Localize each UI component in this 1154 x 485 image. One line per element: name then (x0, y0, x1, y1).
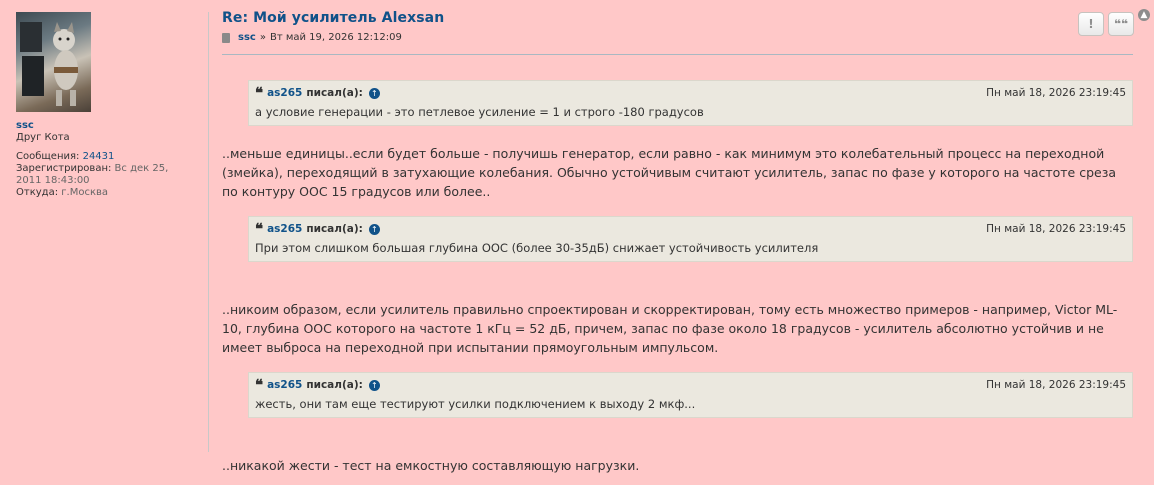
quote-text: жесть, они там еще тестируют усилки подк… (255, 397, 696, 411)
from-label: Откуда: (16, 187, 59, 198)
quote-wrote-label: писал(а): (306, 87, 363, 99)
column-divider (208, 12, 209, 452)
go-to-post-icon[interactable]: ↑ (368, 379, 380, 391)
from-value: г.Москва (61, 187, 109, 198)
go-to-post-icon[interactable]: ↑ (368, 223, 380, 235)
post-date: Вт май 19, 2026 12:12:09 (269, 32, 402, 43)
report-button[interactable]: ! (1078, 12, 1104, 36)
quote-author-link[interactable]: as265 (267, 87, 302, 99)
post-meta: ssc » Вт май 19, 2026 12:12:09 (222, 32, 1134, 43)
quote-block: ❝ as265 писал(а): ↑ Пн май 18, 2026 23:1… (248, 80, 1133, 126)
post: Re: Мой усилитель Alexsan ssc » Вт май 1… (222, 10, 1134, 473)
user-rank: Друг Кота (16, 132, 70, 143)
quote-date: Пн май 18, 2026 23:19:45 (986, 87, 1126, 99)
quote-wrote-label: писал(а): (306, 379, 363, 391)
quote-text: При этом слишком большая глубина ООС (бо… (255, 241, 819, 255)
scroll-top-icon[interactable]: ▲ (1138, 9, 1150, 21)
quote-mark-icon: ❝ (255, 84, 264, 102)
messages-label: Сообщения: (16, 151, 80, 162)
post-paragraph: ..меньше единицы..если будет больше - по… (222, 146, 1117, 199)
quote-block: ❝ as265 писал(а): ↑ Пн май 18, 2026 23:1… (248, 216, 1133, 262)
profile-details: Сообщения: 24431 Зарегистрирован: Вс дек… (16, 151, 196, 199)
quote-text: а условие генерации - это петлевое усиле… (255, 105, 704, 119)
quote-block: ❝ as265 писал(а): ↑ Пн май 18, 2026 23:1… (248, 372, 1133, 418)
quote-mark-icon: ❝ (255, 220, 264, 238)
post-title[interactable]: Re: Мой усилитель Alexsan (222, 10, 1134, 26)
quote-button[interactable]: ❝❝ (1108, 12, 1134, 36)
quote-wrote-label: писал(а): (306, 223, 363, 235)
author-profile: ssc Друг Кота Сообщения: 24431 Зарегистр… (16, 12, 196, 199)
quote-date: Пн май 18, 2026 23:19:45 (986, 379, 1126, 391)
username-link[interactable]: ssc (16, 120, 196, 131)
registered-label: Зарегистрирован: (16, 163, 112, 174)
meta-separator: » (259, 32, 266, 43)
quote-author-link[interactable]: as265 (267, 223, 302, 235)
quote-date: Пн май 18, 2026 23:19:45 (986, 223, 1126, 235)
messages-count-link[interactable]: 24431 (83, 151, 115, 162)
post-paragraph: ..никакой жести - тест на емкостную сост… (222, 458, 640, 473)
quote-mark-icon: ❝ (255, 376, 264, 394)
go-to-post-icon[interactable]: ↑ (368, 87, 380, 99)
post-paragraph: ..никоим образом, если усилитель правиль… (222, 302, 1118, 355)
post-author-link[interactable]: ssc (238, 32, 256, 43)
post-buttons: ! ❝❝ (1078, 12, 1134, 36)
quote-author-link[interactable]: as265 (267, 379, 302, 391)
post-icon[interactable] (222, 32, 230, 43)
post-divider (222, 54, 1133, 55)
avatar[interactable] (16, 12, 91, 112)
